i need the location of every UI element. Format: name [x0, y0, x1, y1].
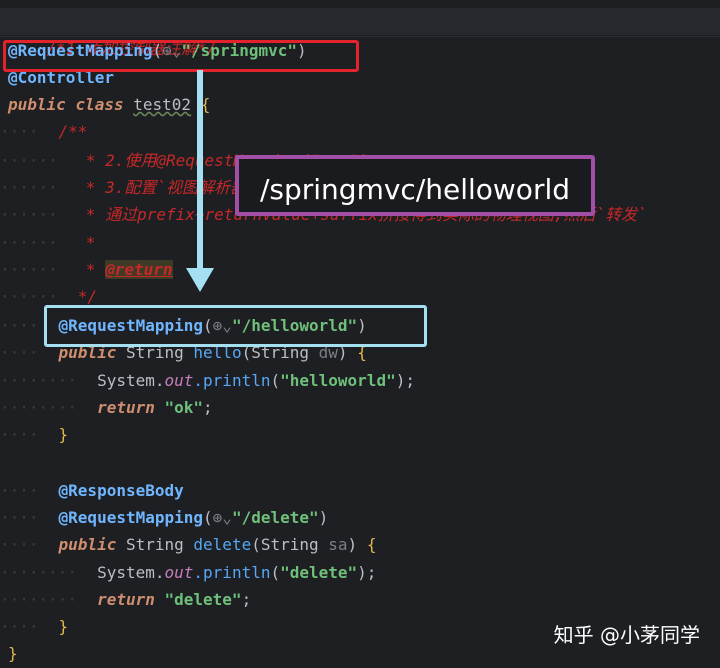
class-reference: System. — [97, 371, 165, 390]
string-literal: "delete" — [280, 563, 358, 582]
keyword: public — [8, 95, 66, 114]
watermark: 知乎 @小茅同学 — [553, 623, 700, 647]
static-field: out — [164, 371, 194, 390]
arrow-down-icon — [186, 268, 214, 292]
code-line-1[interactable]: /*1.添加控制器注解*/ — [0, 8, 720, 58]
arrow-shaft — [197, 70, 203, 270]
code-line-22[interactable]: ········ return "delete"; — [0, 586, 720, 613]
method-call: .println — [193, 371, 271, 390]
keyword: public — [58, 535, 117, 554]
code-line-20[interactable]: ···· public String delete(String sa) { — [0, 531, 720, 558]
parameter-name: sa — [328, 535, 348, 554]
code-line-9[interactable]: ······ * — [0, 229, 720, 256]
code-line-10[interactable]: ······ * @return — [0, 256, 720, 283]
keyword: class — [75, 95, 124, 114]
url-globe-icon[interactable]: ⊕⌄ — [213, 508, 232, 527]
javadoc-tag: @return — [105, 260, 173, 279]
code-line-21[interactable]: ········ System.out.println("delete"); — [0, 559, 720, 586]
highlight-box-class-mapping — [3, 40, 359, 72]
type-name: String — [260, 535, 319, 554]
string-literal: "delete" — [164, 590, 242, 609]
string-literal: "/delete" — [231, 508, 319, 527]
code-line-16[interactable]: ····} — [0, 421, 720, 448]
string-literal: "helloworld" — [280, 371, 396, 390]
code-line-15[interactable]: ········ return "ok"; — [0, 394, 720, 421]
code-line-19[interactable]: ···· @RequestMapping(⊕⌄"/delete") — [0, 504, 720, 531]
class-name: test02 — [133, 95, 192, 114]
comment: * — [85, 233, 96, 252]
keyword: return — [97, 398, 155, 417]
comment: /** — [58, 122, 88, 141]
code-line-5[interactable]: ····/** — [0, 118, 720, 145]
static-field: out — [164, 563, 194, 582]
highlight-box-method-mapping — [44, 305, 427, 347]
class-reference: System. — [97, 563, 165, 582]
comment: */ — [77, 287, 98, 306]
url-callout: /springmvc/helloworld — [235, 155, 595, 216]
method-name: delete — [193, 535, 252, 554]
string-literal: "ok" — [164, 398, 204, 417]
code-line-17[interactable] — [0, 449, 720, 476]
comment: * — [85, 260, 96, 279]
code-line-14[interactable]: ········ System.out.println("helloworld")… — [0, 367, 720, 394]
code-line-4[interactable]: public class test02 { — [0, 91, 720, 118]
code-line-18[interactable]: ···· @ResponseBody — [0, 477, 720, 504]
annotation: @ResponseBody — [58, 481, 184, 500]
type-name: String — [125, 535, 184, 554]
method-call: .println — [193, 563, 271, 582]
annotation: @RequestMapping — [58, 508, 204, 527]
keyword: return — [97, 590, 155, 609]
